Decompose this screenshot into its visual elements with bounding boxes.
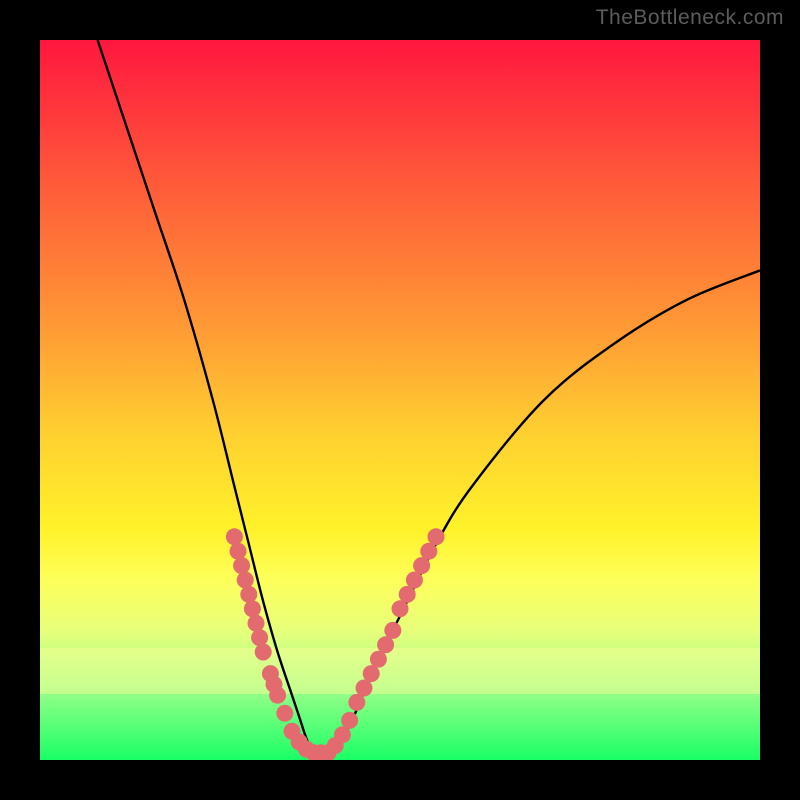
data-marker [413, 557, 430, 574]
bottleneck-curve [98, 40, 760, 754]
data-marker [348, 694, 365, 711]
data-marker [276, 705, 293, 722]
data-marker [428, 528, 445, 545]
data-marker [392, 600, 409, 617]
data-marker [377, 636, 394, 653]
chart-container: TheBottleneck.com [0, 0, 800, 800]
data-marker [226, 528, 243, 545]
data-marker [244, 600, 261, 617]
watermark-text: TheBottleneck.com [596, 6, 784, 30]
data-marker [237, 572, 254, 589]
chart-svg [40, 40, 760, 760]
data-markers [226, 528, 445, 760]
data-marker [363, 665, 380, 682]
data-marker [240, 586, 257, 603]
data-marker [233, 557, 250, 574]
data-marker [420, 543, 437, 560]
data-marker [356, 680, 373, 697]
data-marker [334, 726, 351, 743]
plot-area [40, 40, 760, 760]
data-marker [406, 572, 423, 589]
data-marker [341, 712, 358, 729]
data-marker [230, 543, 247, 560]
data-marker [255, 644, 272, 661]
data-marker [384, 622, 401, 639]
data-marker [251, 629, 268, 646]
data-marker [248, 615, 265, 632]
data-marker [269, 687, 286, 704]
data-marker [370, 651, 387, 668]
data-marker [399, 586, 416, 603]
